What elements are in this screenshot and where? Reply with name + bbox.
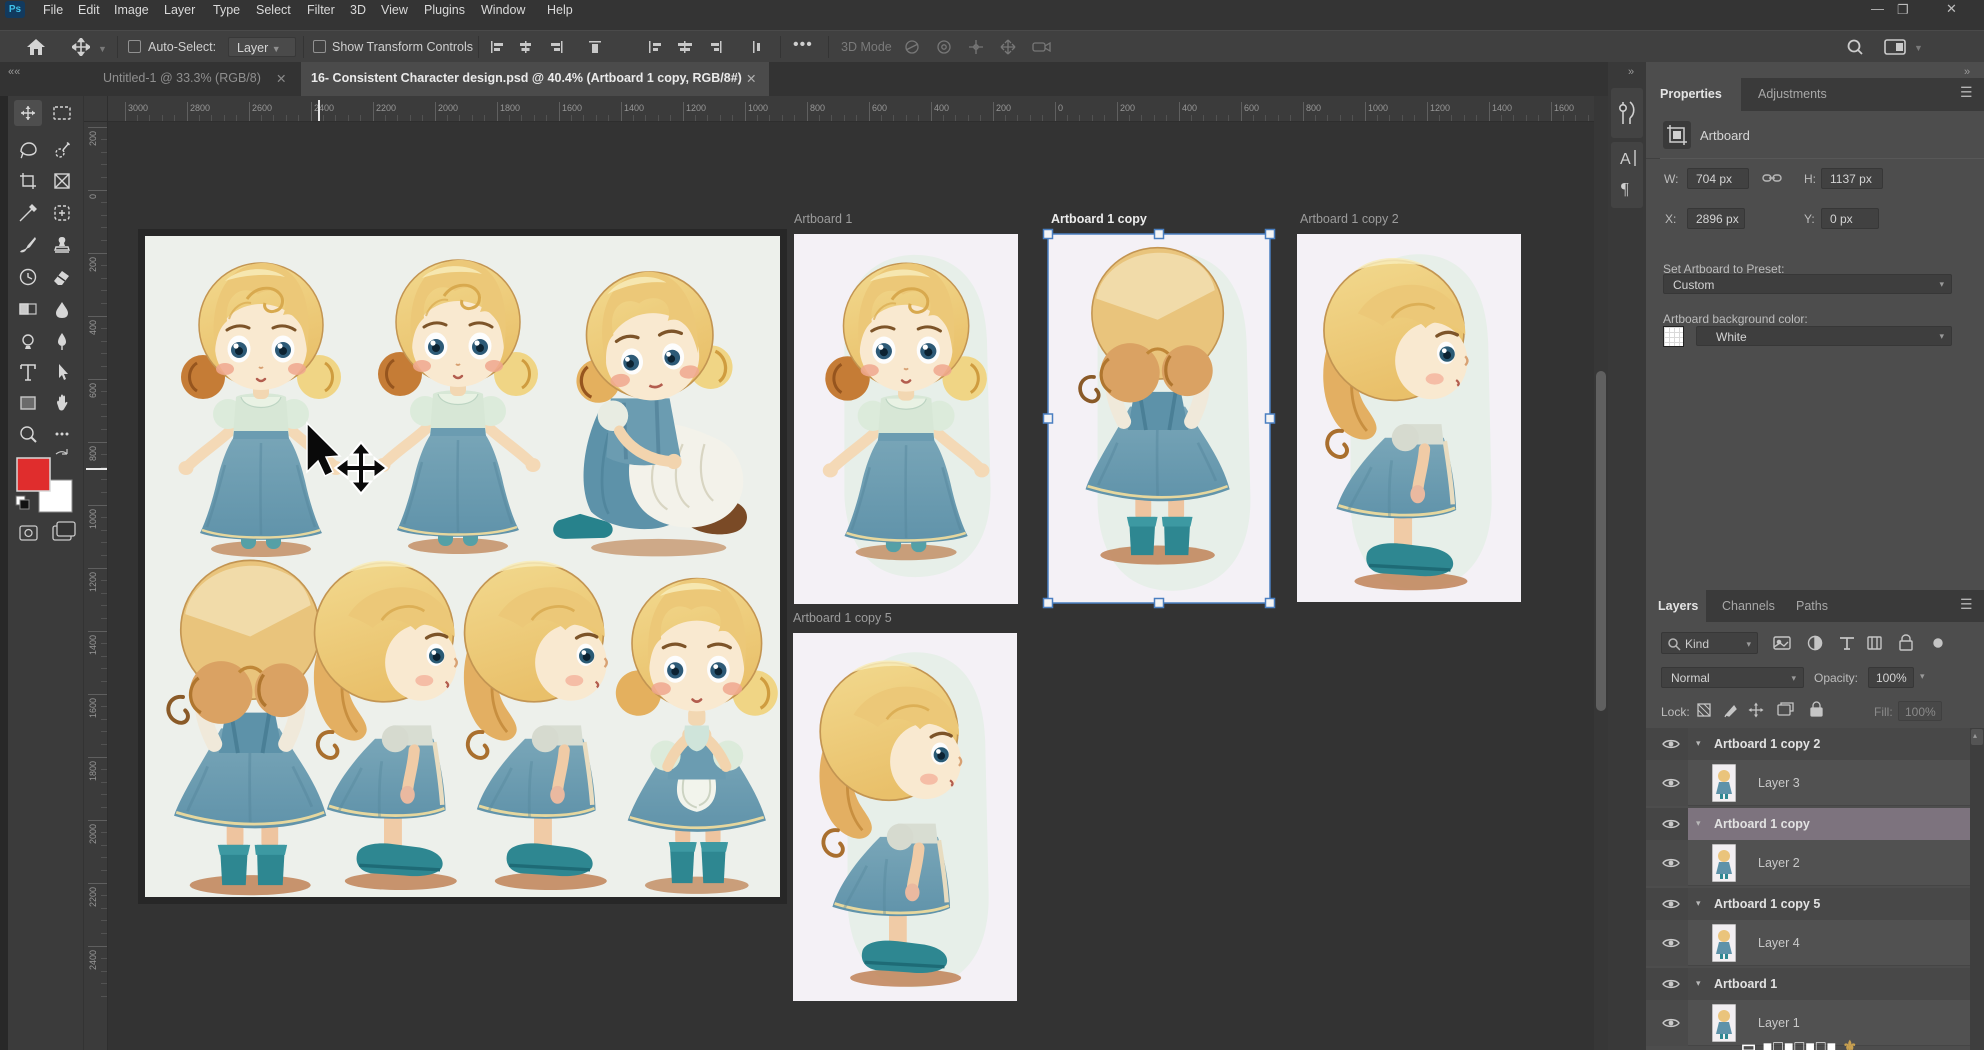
svg-text:A: A	[1620, 151, 1631, 168]
svg-text:Artboard 1 copy: Artboard 1 copy	[1051, 212, 1147, 226]
svg-text:¶: ¶	[1621, 179, 1629, 198]
svg-text:Artboard 1 copy 5: Artboard 1 copy 5	[793, 611, 892, 625]
svg-text:Artboard 1: Artboard 1	[794, 212, 852, 226]
svg-text:Artboard 1 copy 2: Artboard 1 copy 2	[1300, 212, 1399, 226]
